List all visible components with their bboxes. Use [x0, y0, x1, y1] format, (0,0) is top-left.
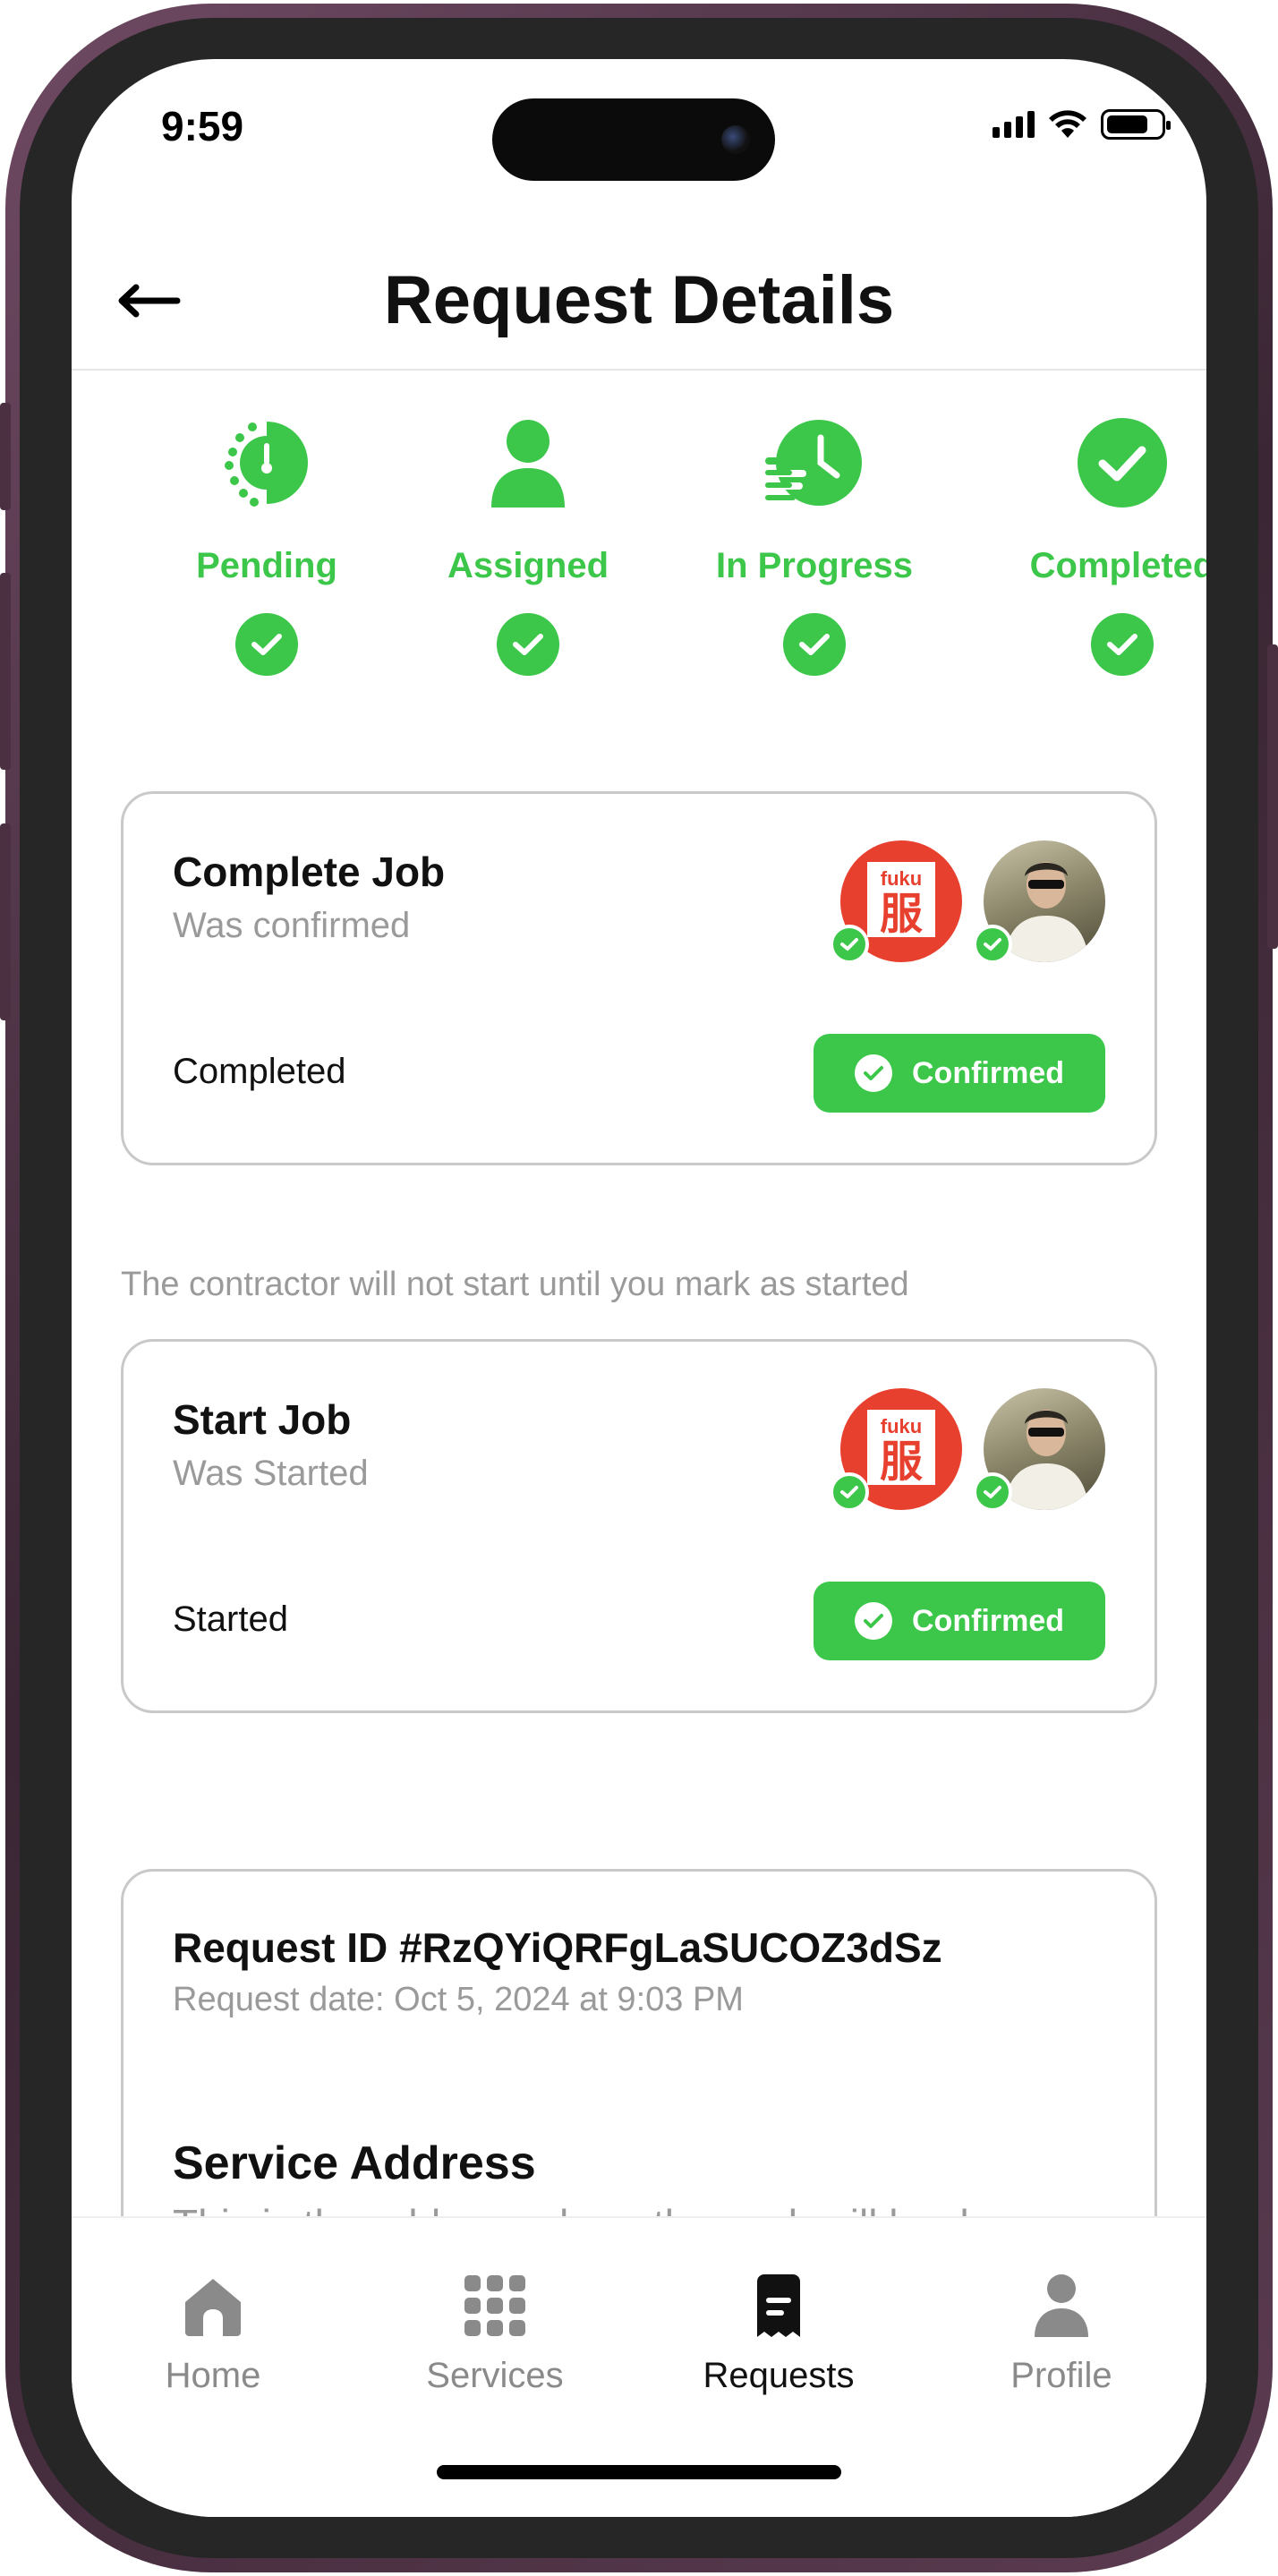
check-icon [235, 613, 298, 676]
verified-check-icon [973, 1472, 1012, 1512]
svg-text:fuku: fuku [881, 1415, 922, 1437]
contractor-logo-avatar[interactable]: fuku 服 [830, 1388, 962, 1512]
status-time: 9:59 [161, 103, 244, 149]
tab-label: Home [165, 2356, 261, 2395]
header: Request Details [72, 229, 1206, 372]
side-button [0, 403, 11, 510]
step-in-progress: In Progress [698, 414, 931, 676]
step-pending: Pending [150, 414, 383, 676]
step-assigned: Assigned [412, 414, 644, 676]
button-label: Confirmed [912, 1055, 1064, 1090]
tab-requests[interactable]: Requests [662, 2270, 895, 2396]
tab-label: Services [426, 2356, 564, 2395]
request-id: Request ID #RzQYiQRFgLaSUCOZ3dSz [173, 1924, 942, 1971]
user-photo-avatar[interactable] [973, 840, 1105, 964]
step-label: Completed [1029, 546, 1206, 585]
confirmed-button[interactable]: Confirmed [814, 1034, 1105, 1113]
tab-label: Profile [1010, 2356, 1112, 2395]
person-icon [479, 414, 577, 512]
check-circle-icon [1073, 414, 1172, 512]
verified-check-icon [973, 925, 1012, 964]
card-title: Complete Job [173, 849, 446, 895]
step-label: In Progress [715, 546, 914, 585]
request-date: Request date: Oct 5, 2024 at 9:03 PM [173, 1981, 744, 2018]
power-button [1267, 644, 1278, 949]
step-label: Pending [196, 546, 337, 585]
check-circle-icon [855, 1602, 892, 1640]
svg-text:服: 服 [880, 1437, 923, 1487]
tab-services[interactable]: Services [379, 2270, 611, 2396]
status-icons [993, 109, 1171, 140]
complete-job-card: Complete Job Was confirmed fuku 服 Comple… [121, 791, 1157, 1165]
service-address-title: Service Address [173, 2137, 536, 2189]
wifi-icon [1049, 110, 1086, 138]
svg-text:服: 服 [880, 889, 923, 939]
step-completed: Completed [1006, 414, 1206, 676]
step-label: Assigned [447, 546, 609, 585]
dynamic-island [492, 98, 775, 181]
app-screen: 9:59 Request Details Pending Assigned In… [72, 59, 1206, 2517]
check-circle-icon [855, 1054, 892, 1092]
volume-up-button [0, 573, 11, 770]
avatar-group: fuku 服 [830, 1388, 1105, 1512]
start-job-card: Start Job Was Started fuku 服 Started Con… [121, 1339, 1157, 1713]
button-label: Confirmed [912, 1603, 1064, 1638]
svg-text:fuku: fuku [881, 867, 922, 890]
header-divider [72, 369, 1206, 371]
tab-label: Requests [703, 2356, 855, 2395]
verified-check-icon [830, 925, 869, 964]
check-icon [783, 613, 846, 676]
progress-clock-icon [765, 414, 864, 512]
volume-down-button [0, 823, 11, 1020]
page-title: Request Details [383, 262, 895, 338]
grid-icon [459, 2270, 531, 2341]
user-icon [1026, 2270, 1097, 2341]
check-icon [1091, 613, 1154, 676]
pending-icon [217, 414, 316, 512]
home-indicator[interactable] [437, 2465, 841, 2479]
user-photo-avatar[interactable] [973, 1388, 1105, 1512]
receipt-icon [743, 2270, 814, 2341]
card-status: Started [173, 1599, 288, 1639]
confirmed-button[interactable]: Confirmed [814, 1582, 1105, 1660]
card-status: Completed [173, 1052, 346, 1091]
signal-icon [993, 111, 1035, 138]
contractor-note: The contractor will not start until you … [121, 1266, 909, 1303]
progress-steps: Pending Assigned In Progress Completed [72, 414, 1206, 700]
home-icon [177, 2270, 249, 2341]
contractor-logo-avatar[interactable]: fuku 服 [830, 840, 962, 964]
card-title: Start Job [173, 1396, 352, 1443]
battery-icon [1101, 109, 1171, 140]
card-subtitle: Was confirmed [173, 906, 411, 945]
card-subtitle: Was Started [173, 1454, 369, 1493]
tab-home[interactable]: Home [97, 2270, 329, 2396]
verified-check-icon [830, 1472, 869, 1512]
avatar-group: fuku 服 [830, 840, 1105, 964]
check-icon [497, 613, 559, 676]
camera-icon [721, 125, 750, 154]
tab-profile[interactable]: Profile [945, 2270, 1178, 2396]
